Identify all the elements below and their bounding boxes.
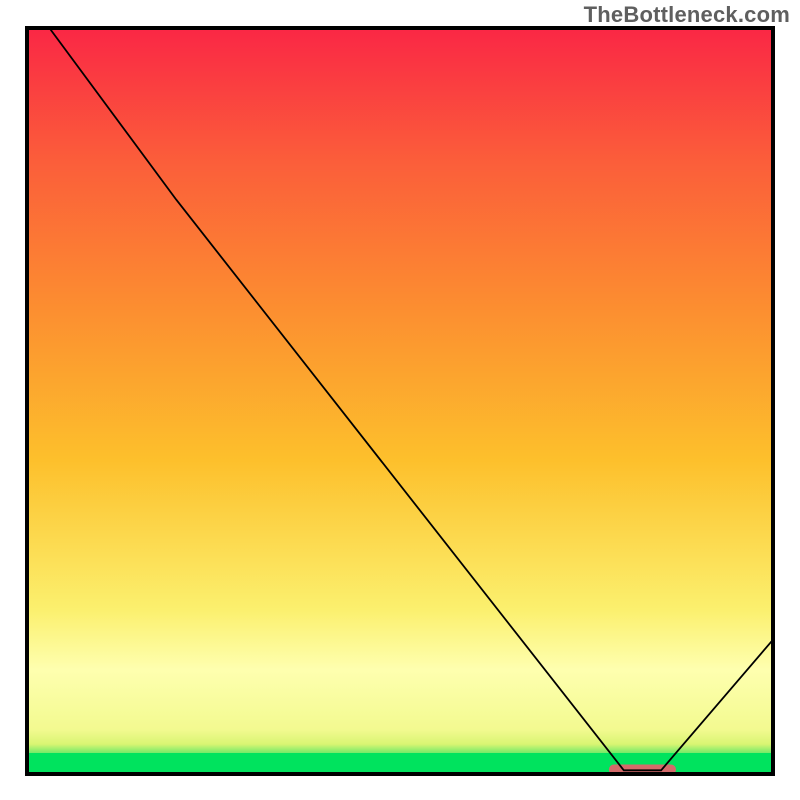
bottleneck-chart — [0, 0, 800, 800]
chart-container: TheBottleneck.com — [0, 0, 800, 800]
plot-background — [27, 28, 773, 774]
attribution-text: TheBottleneck.com — [584, 2, 790, 28]
